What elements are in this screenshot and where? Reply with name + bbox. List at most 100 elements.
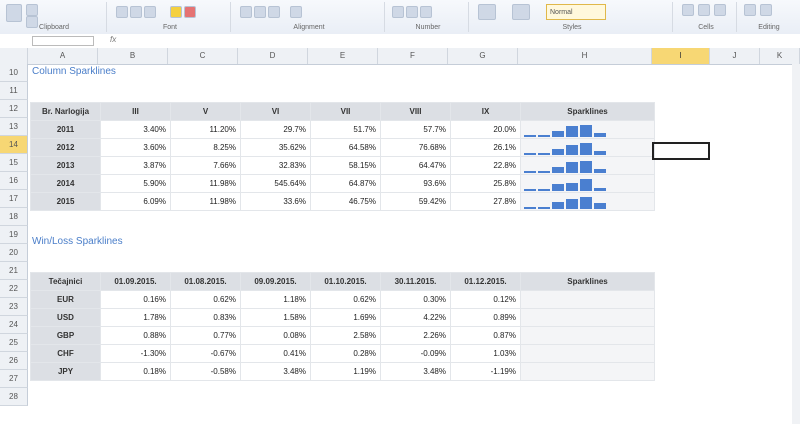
value-cell[interactable]: 1.18% [240, 290, 311, 309]
value-cell[interactable]: 1.78% [100, 308, 171, 327]
value-cell[interactable]: 29.7% [240, 120, 311, 139]
align-left-icon[interactable] [240, 6, 252, 18]
column-header[interactable]: I [652, 48, 710, 64]
column-header-cell[interactable]: 30.11.2015. [380, 272, 451, 291]
value-cell[interactable]: 33.6% [240, 192, 311, 211]
row-header[interactable]: 27 [0, 370, 28, 388]
value-cell[interactable]: 5.90% [100, 174, 171, 193]
value-cell[interactable]: 76.68% [380, 138, 451, 157]
value-cell[interactable]: 0.16% [100, 290, 171, 309]
sparkline-cell[interactable] [520, 156, 655, 175]
name-box[interactable] [32, 36, 94, 46]
value-cell[interactable]: 7.66% [170, 156, 241, 175]
row-label-cell[interactable]: GBP [30, 326, 101, 345]
sort-filter-icon[interactable] [760, 4, 772, 16]
value-cell[interactable]: 27.8% [450, 192, 521, 211]
value-cell[interactable]: 1.19% [310, 362, 381, 381]
sparkline-cell[interactable] [520, 326, 655, 345]
value-cell[interactable]: 1.58% [240, 308, 311, 327]
value-cell[interactable]: 11.98% [170, 174, 241, 193]
value-cell[interactable]: 0.62% [170, 290, 241, 309]
sparkline-cell[interactable] [520, 290, 655, 309]
value-cell[interactable]: 3.48% [380, 362, 451, 381]
font-color-icon[interactable] [184, 6, 196, 18]
value-cell[interactable]: 93.6% [380, 174, 451, 193]
value-cell[interactable]: 8.25% [170, 138, 241, 157]
column-header[interactable]: K [760, 48, 800, 64]
value-cell[interactable]: -1.19% [450, 362, 521, 381]
row-header[interactable]: 28 [0, 388, 28, 406]
row-label-cell[interactable]: JPY [30, 362, 101, 381]
sparkline-cell[interactable] [520, 362, 655, 381]
align-center-icon[interactable] [254, 6, 266, 18]
format-icon[interactable] [714, 4, 726, 16]
value-cell[interactable]: 58.15% [310, 156, 381, 175]
column-header[interactable]: H [518, 48, 652, 64]
sparkline-cell[interactable] [520, 138, 655, 157]
value-cell[interactable]: 3.60% [100, 138, 171, 157]
value-cell[interactable]: 0.89% [450, 308, 521, 327]
row-label-cell[interactable]: 2011 [30, 120, 101, 139]
row-header[interactable]: 19 [0, 226, 28, 244]
conditional-formatting-icon[interactable] [478, 4, 496, 20]
sparkline-cell[interactable] [520, 120, 655, 139]
sparkline-cell[interactable] [520, 308, 655, 327]
column-header-cell[interactable]: III [100, 102, 171, 121]
row-header[interactable]: 15 [0, 154, 28, 172]
autosum-icon[interactable] [744, 4, 756, 16]
row-label-cell[interactable]: 2012 [30, 138, 101, 157]
column-header[interactable]: E [308, 48, 378, 64]
sparkline-cell[interactable] [520, 344, 655, 363]
value-cell[interactable]: 59.42% [380, 192, 451, 211]
value-cell[interactable]: 0.41% [240, 344, 311, 363]
column-header-cell[interactable]: Tečajnici [30, 272, 101, 291]
selected-cell[interactable] [652, 142, 710, 160]
value-cell[interactable]: 0.28% [310, 344, 381, 363]
row-header[interactable]: 10 [0, 64, 28, 82]
row-label-cell[interactable]: USD [30, 308, 101, 327]
sparkline-cell[interactable] [520, 174, 655, 193]
value-cell[interactable]: 11.20% [170, 120, 241, 139]
row-header[interactable]: 24 [0, 316, 28, 334]
value-cell[interactable]: 545.64% [240, 174, 311, 193]
value-cell[interactable]: -0.67% [170, 344, 241, 363]
column-header-cell[interactable]: 09.09.2015. [240, 272, 311, 291]
value-cell[interactable]: 6.09% [100, 192, 171, 211]
value-cell[interactable]: -0.58% [170, 362, 241, 381]
row-header[interactable]: 11 [0, 82, 28, 100]
cut-icon[interactable] [26, 4, 38, 16]
value-cell[interactable]: 0.62% [310, 290, 381, 309]
comma-icon[interactable] [406, 6, 418, 18]
row-header[interactable]: 12 [0, 100, 28, 118]
value-cell[interactable]: -0.09% [380, 344, 451, 363]
column-header-cell[interactable]: Sparklines [520, 272, 655, 291]
vertical-scrollbar[interactable] [792, 64, 800, 424]
value-cell[interactable]: 51.7% [310, 120, 381, 139]
value-cell[interactable]: 57.7% [380, 120, 451, 139]
value-cell[interactable]: 3.48% [240, 362, 311, 381]
row-header[interactable]: 16 [0, 172, 28, 190]
row-header[interactable]: 25 [0, 334, 28, 352]
column-header-cell[interactable]: 01.12.2015. [450, 272, 521, 291]
value-cell[interactable]: -1.30% [100, 344, 171, 363]
value-cell[interactable]: 32.83% [240, 156, 311, 175]
row-header[interactable]: 23 [0, 298, 28, 316]
column-header[interactable]: B [98, 48, 168, 64]
value-cell[interactable]: 1.03% [450, 344, 521, 363]
row-header[interactable]: 22 [0, 280, 28, 298]
column-header-cell[interactable]: Br. Narlogija [30, 102, 101, 121]
column-header[interactable]: G [448, 48, 518, 64]
value-cell[interactable]: 0.08% [240, 326, 311, 345]
wrap-text-icon[interactable] [290, 6, 302, 18]
column-header-cell[interactable]: VIII [380, 102, 451, 121]
column-header[interactable]: C [168, 48, 238, 64]
decimal-icon[interactable] [420, 6, 432, 18]
value-cell[interactable]: 0.87% [450, 326, 521, 345]
fx-icon[interactable]: fx [110, 35, 116, 44]
row-header[interactable]: 26 [0, 352, 28, 370]
row-header[interactable]: 14 [0, 136, 28, 154]
cell-style-normal[interactable]: Normal [546, 4, 606, 20]
value-cell[interactable]: 64.47% [380, 156, 451, 175]
value-cell[interactable]: 0.77% [170, 326, 241, 345]
column-header-cell[interactable]: 01.09.2015. [100, 272, 171, 291]
